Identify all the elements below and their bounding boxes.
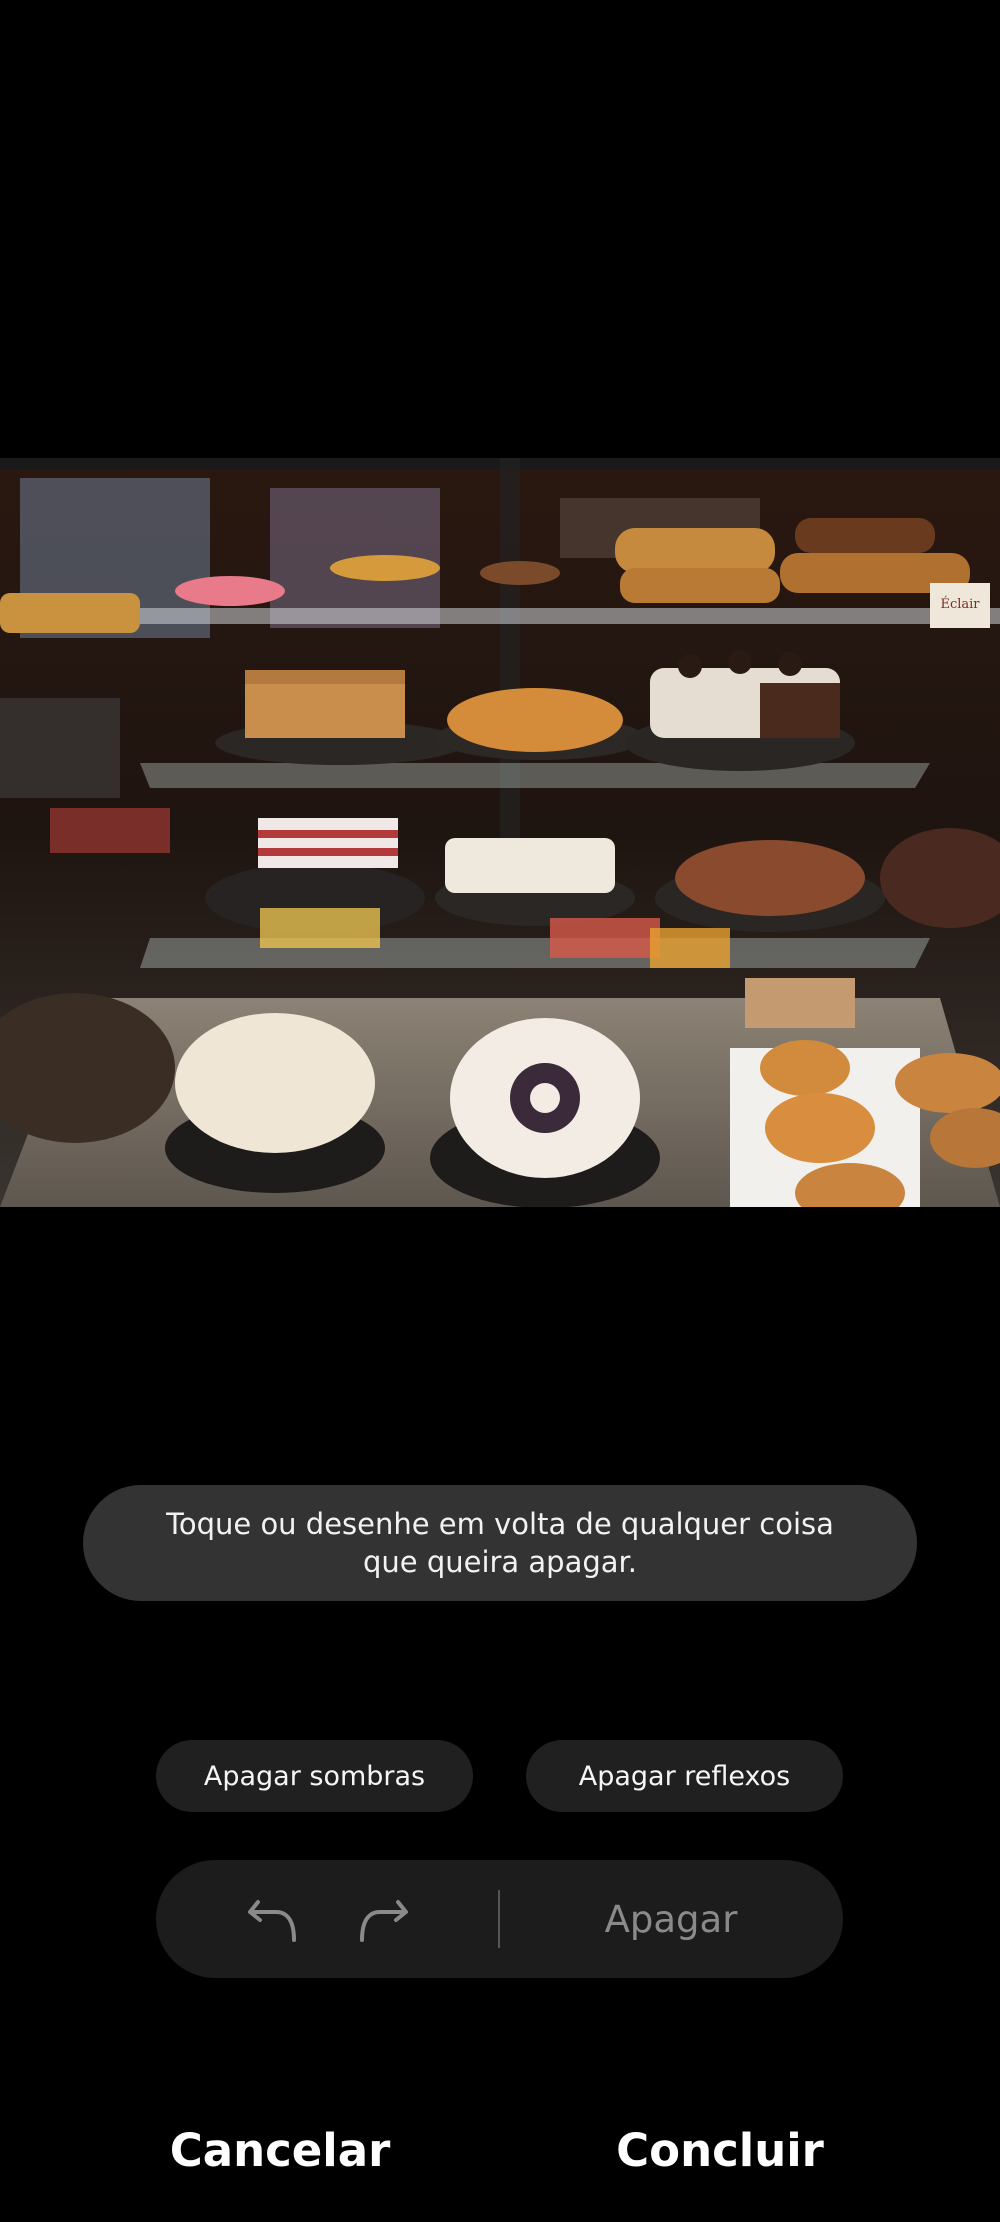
erase-button[interactable]: Apagar (546, 1860, 796, 1978)
undo-icon[interactable] (246, 1894, 300, 1944)
hint-text: Toque ou desenhe em volta de qualquer co… (166, 1507, 834, 1579)
erase-shadows-button[interactable]: Apagar sombras (156, 1740, 473, 1812)
erase-toolbar: Apagar (156, 1860, 843, 1978)
photo-canvas[interactable]: Éclair (0, 458, 1000, 1207)
hint-bubble: Toque ou desenhe em volta de qualquer co… (83, 1485, 917, 1601)
eclair-sign-text: Éclair (940, 596, 980, 612)
toolbar-divider (498, 1890, 500, 1948)
erase-reflections-button[interactable]: Apagar reflexos (526, 1740, 843, 1812)
done-button[interactable]: Concluir (600, 2120, 840, 2180)
cancel-button[interactable]: Cancelar (160, 2120, 400, 2180)
redo-icon[interactable] (356, 1894, 410, 1944)
